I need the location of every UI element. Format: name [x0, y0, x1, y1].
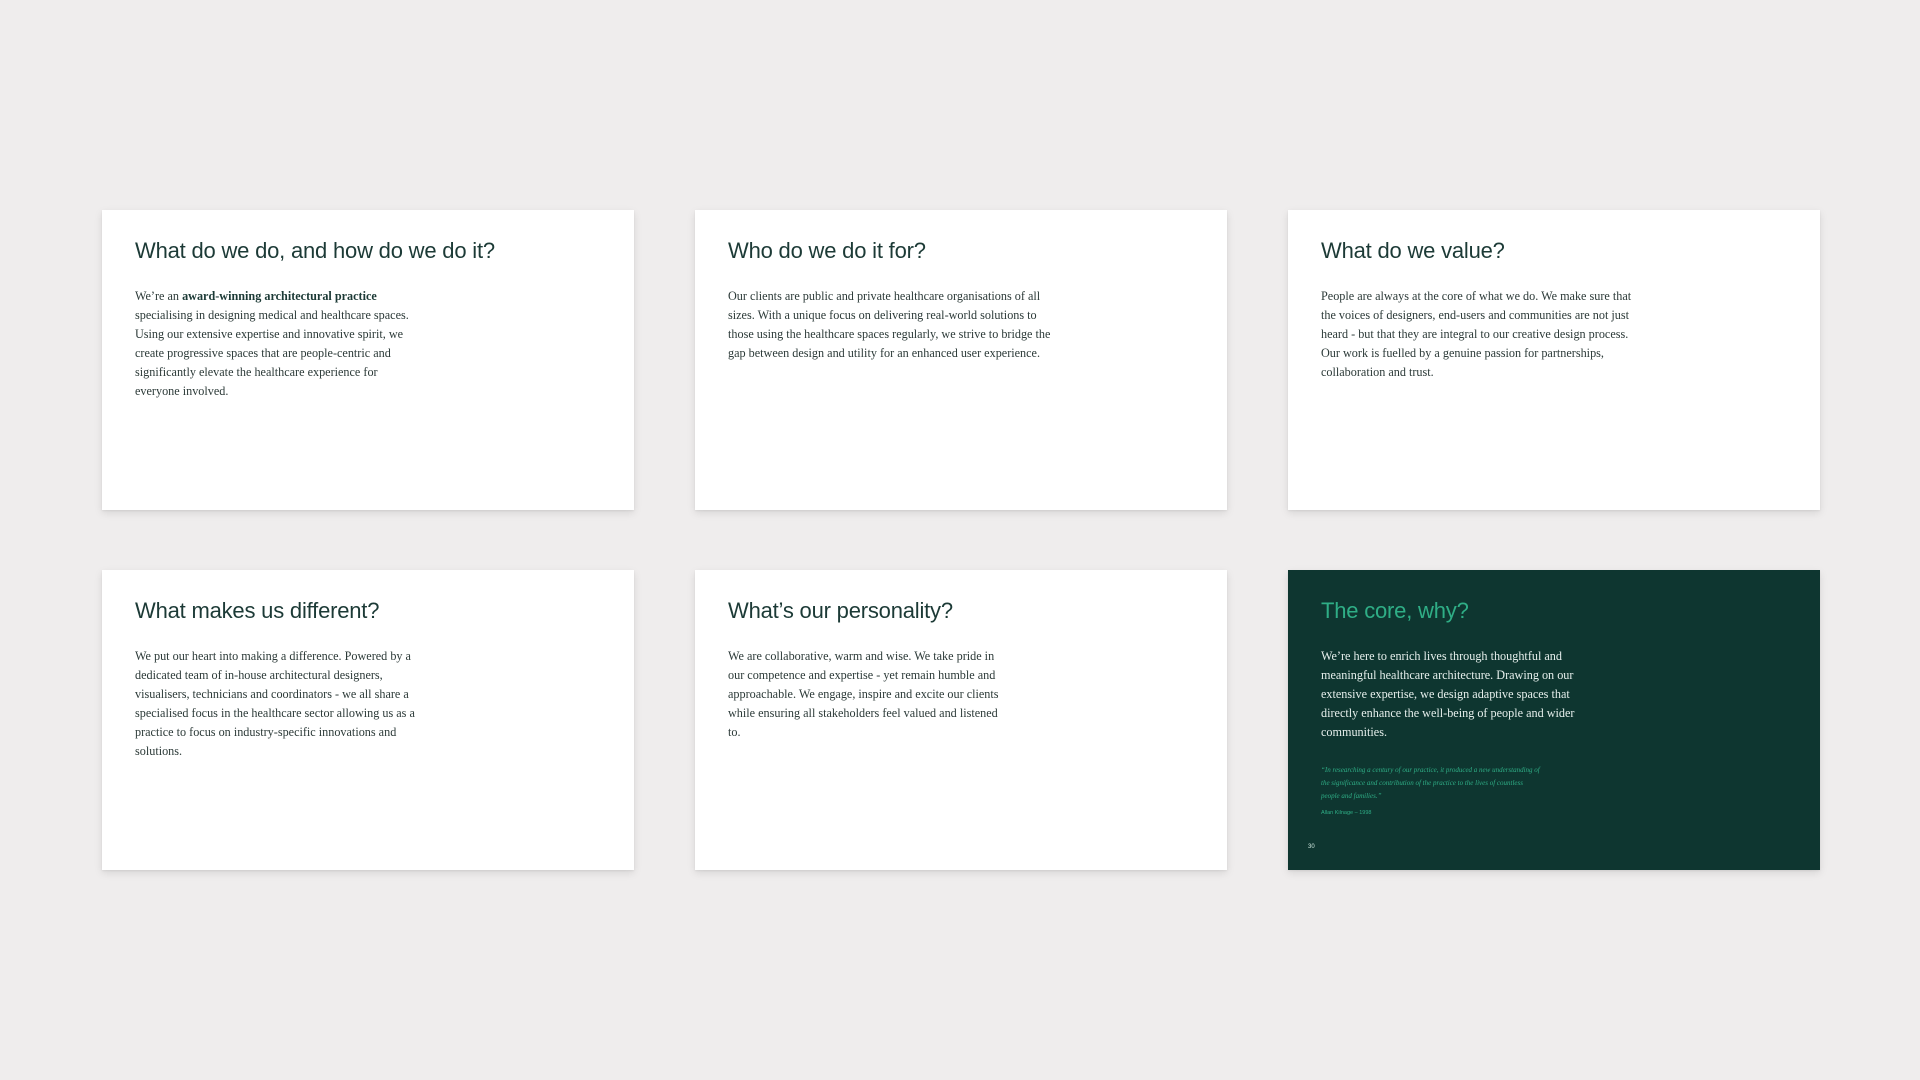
card-title: What makes us different?: [135, 598, 380, 623]
card-body-highlight: award-winning architectural practice: [182, 289, 377, 303]
slide-card-values[interactable]: What do we value? People are always at t…: [1288, 210, 1820, 510]
card-body-rest: specialising in designing medical and he…: [135, 308, 409, 398]
card-quote: “In researching a century of our practic…: [1321, 766, 1540, 800]
card-title: What’s our personality?: [728, 598, 953, 623]
card-title: What do we do, and how do we do it?: [135, 238, 495, 263]
slide-card-personality[interactable]: What’s our personality? We are collabora…: [695, 570, 1227, 870]
slide-grid: What do we do, and how do we do it? We’r…: [0, 0, 1920, 1080]
slide-card-different[interactable]: What makes us different? We put our hear…: [102, 570, 634, 870]
card-body: We’re an award-winning architectural pra…: [135, 287, 425, 401]
slide-card-what-we-do[interactable]: What do we do, and how do we do it? We’r…: [102, 210, 634, 510]
quote-attribution: Allan Kilnage – 1998: [1321, 810, 1372, 816]
slide-card-core-why[interactable]: The core, why? We’re here to enrich live…: [1288, 570, 1820, 870]
card-body: We put our heart into making a differenc…: [135, 649, 415, 758]
card-body: We’re here to enrich lives through thoug…: [1321, 649, 1575, 739]
card-body: We are collaborative, warm and wise. We …: [728, 649, 999, 739]
card-title: Who do we do it for?: [728, 238, 926, 263]
page-number: 30: [1308, 844, 1315, 850]
card-title: The core, why?: [1321, 598, 1469, 623]
slide-card-who-for[interactable]: Who do we do it for? Our clients are pub…: [695, 210, 1227, 510]
card-body-prefix: We’re an: [135, 289, 183, 303]
card-body: People are always at the core of what we…: [1321, 289, 1632, 379]
card-body: Our clients are public and private healt…: [728, 289, 1051, 360]
card-title: What do we value?: [1321, 238, 1505, 263]
